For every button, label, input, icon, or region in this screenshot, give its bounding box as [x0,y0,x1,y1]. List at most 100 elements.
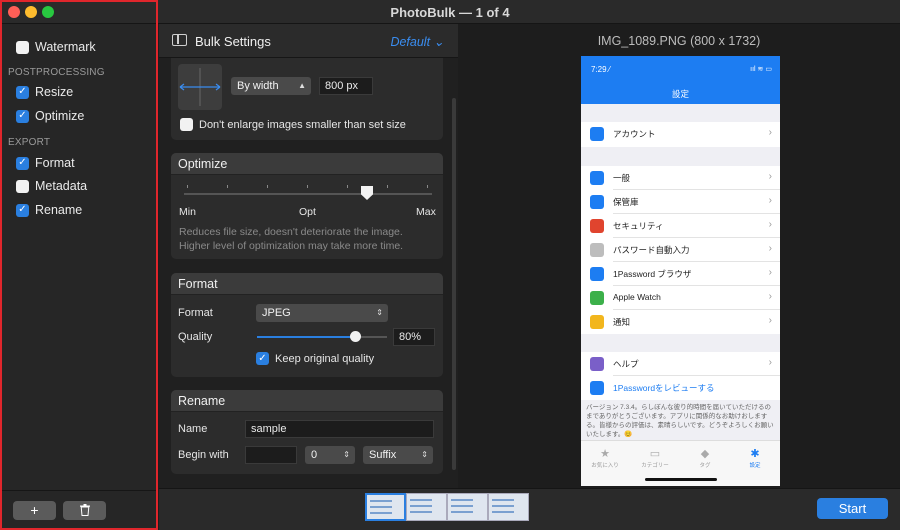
stepper-arrows-icon: ⇕ [343,450,350,459]
format-header: Format [171,273,443,295]
phone-account-section: アカウント › [581,122,780,147]
resize-mode-select[interactable]: By width ▲ [231,77,311,95]
counter-stepper[interactable]: 0 ⇕ [305,446,355,464]
phone-tab-label: お気に入り [591,463,619,469]
sidebar-item-label: Rename [35,203,83,217]
phone-row-label: 1Password ブラウザ [613,269,692,279]
star-icon: ★ [600,448,610,460]
chevron-right-icon: › [768,291,772,302]
sidebar-item-format[interactable]: ✓ Format [16,154,75,172]
keep-original-checkbox[interactable]: ✓ [256,352,269,365]
chevron-right-icon: › [768,171,772,182]
watch-icon [590,291,604,305]
phone-row: アカウント › [581,122,780,146]
resize-group: By width ▲ 800 px Don't enlarge images s… [171,58,443,140]
add-button[interactable]: + [13,501,56,520]
phone-home-indicator [645,478,717,481]
phone-nav-bar: 7:29 ⁄ ııl ≋ ▭ 設定 [581,56,780,104]
metadata-checkbox[interactable] [16,179,29,193]
chevron-right-icon: › [768,127,772,138]
resize-checkbox[interactable]: ✓ [16,85,29,99]
position-value: Suffix [369,449,397,461]
phone-row: 保管庫 › [581,190,780,214]
chevron-right-icon: › [768,195,772,206]
phone-status-icons: ııl ≋ ▭ [750,66,772,73]
slider-tick [227,185,228,188]
thumbnail[interactable] [488,493,529,521]
settings-header: Bulk Settings Default ⌄ [159,24,458,58]
format-select[interactable]: JPEG ⇕ [256,304,388,322]
sidebar-item-optimize[interactable]: ✓ Optimize [16,107,84,125]
optimize-title: Optimize [178,157,228,171]
export-heading: EXPORT [8,137,51,148]
phone-row-label: 一般 [613,173,631,183]
vault-icon [590,195,604,209]
phone-tab: ◆ タグ [686,447,724,469]
phone-row-label: セキュリティ [613,221,664,231]
thumbnail[interactable] [406,493,447,521]
phone-header: 設定 [671,89,689,99]
optimize-help-line1: Reduces file size, doesn't deteriorate t… [179,226,403,238]
sidebar-item-watermark[interactable]: Watermark [16,38,96,56]
folder-icon: ▭ [649,448,661,460]
keep-original-option[interactable]: ✓ Keep original quality [256,352,374,365]
delete-button[interactable] [63,501,106,520]
slider-tick [347,185,348,188]
settings-scrollbar[interactable] [452,98,456,470]
sidebar-item-rename[interactable]: ✓ Rename [16,201,82,219]
phone-tab: ★ お気に入り [586,447,624,469]
phone-tab-label: カテゴリー [641,463,669,469]
phone-tab-label: タグ [699,463,711,469]
start-button[interactable]: Start [817,498,888,519]
optimize-slider-knob[interactable] [361,186,373,200]
rename-checkbox[interactable]: ✓ [16,203,29,217]
dont-enlarge-label: Don't enlarge images smaller than set si… [199,118,406,131]
sidebar-toggle-icon[interactable] [172,34,187,46]
title-bar: PhotoBulk — 1 of 4 [0,0,900,24]
sidebar-item-metadata[interactable]: Metadata [16,177,87,195]
phone-tab: ✱ 設定 [736,447,774,469]
postprocessing-heading: POSTPROCESSING [8,67,105,78]
sidebar-item-label: Resize [35,85,74,99]
sidebar-item-resize[interactable]: ✓ Resize [16,83,73,101]
name-field[interactable]: sample [245,420,434,438]
optimize-slider-track[interactable] [184,193,432,195]
thumbnail[interactable] [365,493,406,521]
chevron-right-icon: › [768,315,772,326]
name-label: Name [178,423,208,435]
account-icon [590,127,604,141]
phone-row: ヘルプ › [581,352,780,376]
dont-enlarge-checkbox[interactable] [180,118,193,131]
quality-field[interactable]: 80% [393,328,435,346]
phone-row-label: 通知 [613,317,631,327]
help-icon [590,357,604,371]
chevron-right-icon: › [768,267,772,278]
review-icon [590,381,604,395]
optimize-checkbox[interactable]: ✓ [16,109,29,123]
position-select[interactable]: Suffix ⇕ [363,446,433,464]
chevron-right-icon: › [768,357,772,368]
begin-with-field[interactable] [245,446,297,464]
dont-enlarge-option[interactable]: Don't enlarge images smaller than set si… [180,118,406,131]
preset-dropdown[interactable]: Default ⌄ [390,34,444,49]
slider-tick [267,185,268,188]
phone-row-label: ヘルプ [613,359,639,369]
tag-icon: ◆ [700,448,710,460]
thumbnail[interactable] [447,493,488,521]
phone-row-label: パスワード自動入力 [613,245,690,255]
phone-help-section: ヘルプ › 1Passwordをレビューする [581,352,780,400]
quality-slider-knob[interactable] [350,331,361,342]
resize-width-field[interactable]: 800 px [319,77,373,95]
chevron-right-icon: › [768,243,772,254]
phone-row-label: 1Passwordをレビューする [613,383,715,393]
phone-row-label: Apple Watch [613,292,661,302]
phone-tab-label: 設定 [749,463,761,469]
format-checkbox[interactable]: ✓ [16,156,29,170]
begin-with-label: Begin with [178,449,229,461]
quality-slider-track[interactable] [357,336,387,338]
format-value: JPEG [262,307,291,319]
watermark-checkbox[interactable] [16,40,29,54]
quality-slider-fill[interactable] [257,336,357,338]
stepper-arrows-icon: ⇕ [376,308,383,317]
optimize-group: Optimize Min Opt Max Reduces file size, … [171,153,443,259]
